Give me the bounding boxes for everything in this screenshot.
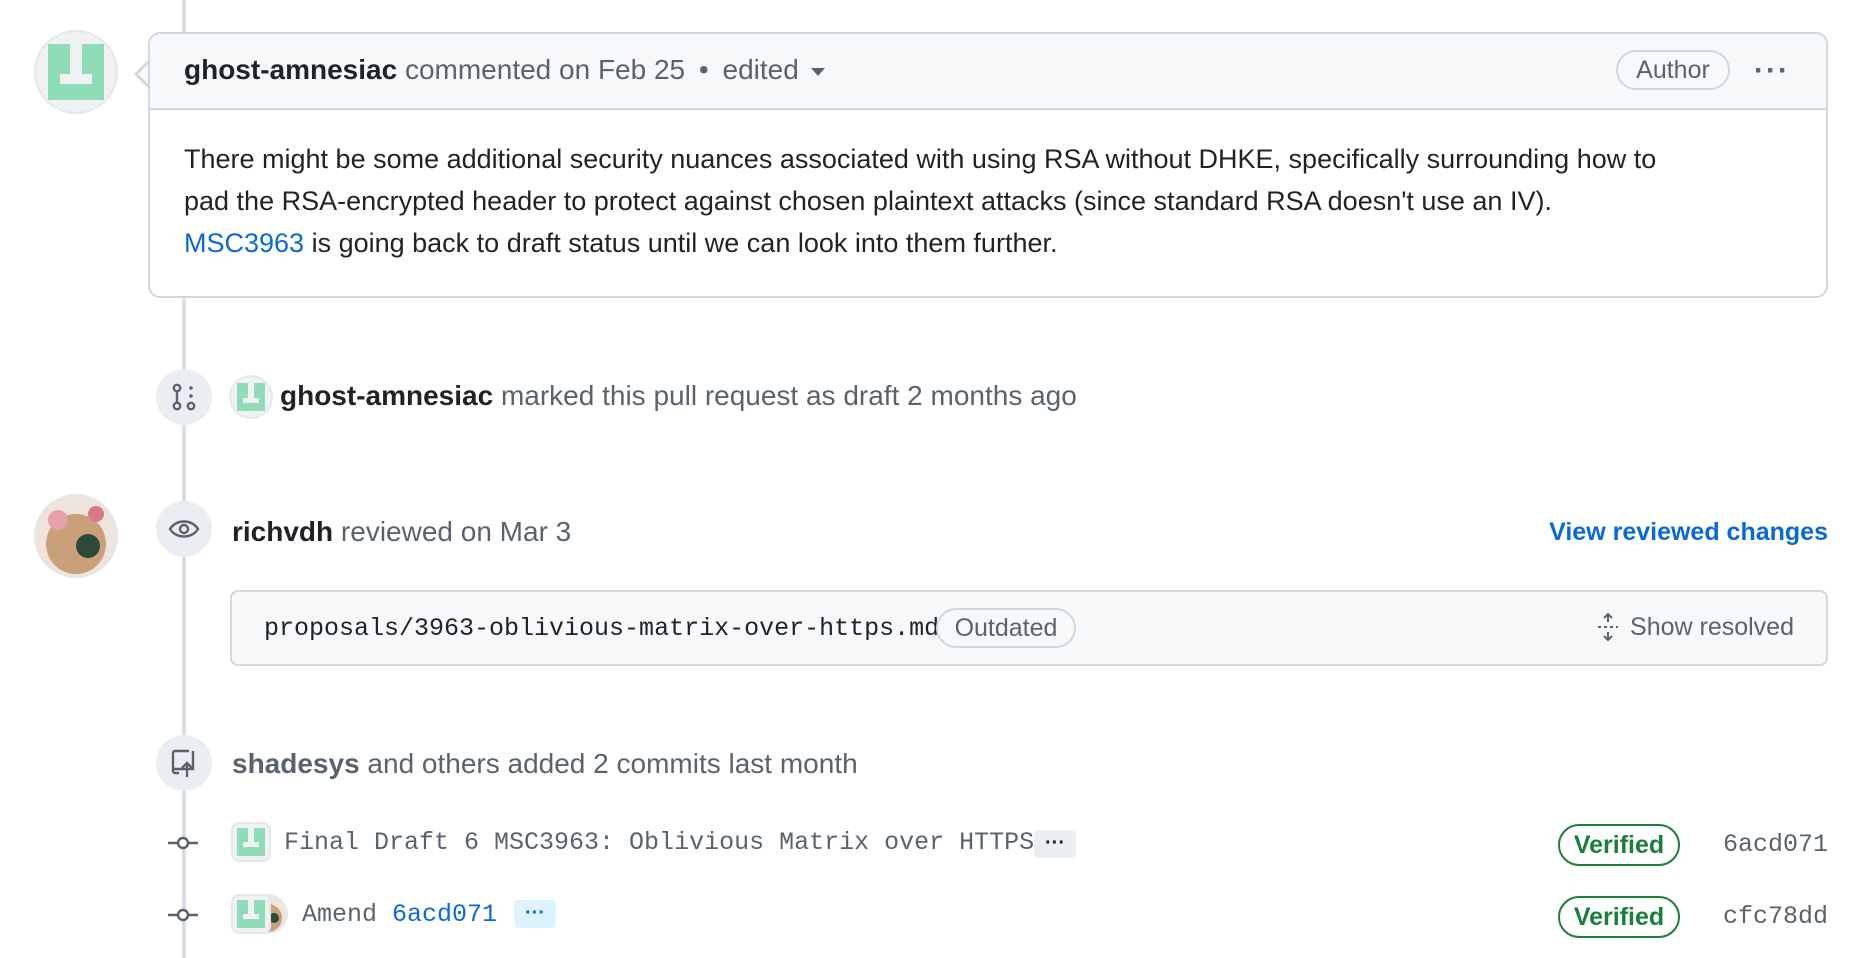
richvdh-avatar-icon	[36, 496, 116, 576]
comment-header-text: ghost-amnesiac commented on Feb 25 • edi…	[184, 54, 825, 86]
avatar[interactable]	[36, 32, 116, 112]
review-event-badge	[156, 501, 212, 557]
edited-label[interactable]: edited	[723, 54, 799, 85]
comment-author[interactable]: ghost-amnesiac	[184, 54, 397, 85]
commit-expand-button[interactable]: ···	[1034, 830, 1076, 858]
draft-event-badge	[156, 369, 212, 425]
commits-event-badge	[156, 735, 212, 791]
avatar[interactable]	[233, 824, 269, 860]
commit-sha[interactable]: cfc78dd	[1723, 902, 1828, 931]
comment-meta[interactable]: commented on Feb 25	[405, 54, 685, 85]
commit-message[interactable]: Amend 6acd071	[302, 900, 497, 929]
commit-sha-link[interactable]: 6acd071	[392, 900, 497, 929]
event-description: marked this pull request as draft 2 mont…	[500, 380, 1077, 411]
author-badge: Author	[1616, 50, 1730, 90]
comment-box: ghost-amnesiac commented on Feb 25 • edi…	[148, 32, 1828, 298]
ghost-avatar-icon	[233, 896, 269, 932]
event-description: and others added 2 commits last month	[367, 748, 858, 779]
kebab-horizontal-icon[interactable]: ···	[1754, 54, 1790, 88]
msc-link[interactable]: MSC3963	[184, 228, 304, 258]
file-path[interactable]: proposals/3963-oblivious-matrix-over-htt…	[264, 614, 939, 643]
commit-message[interactable]: Final Draft 6 MSC3963: Oblivious Matrix …	[284, 828, 1034, 857]
verified-badge[interactable]: Verified	[1558, 824, 1680, 866]
comment-body-line: pad the RSA-encrypted header to protect …	[184, 186, 1552, 216]
outdated-badge: Outdated	[936, 608, 1076, 648]
comment-body: There might be some additional security …	[184, 138, 1804, 264]
git-commit-icon	[168, 836, 198, 850]
git-commit-icon	[168, 908, 198, 922]
event-description[interactable]: reviewed on Mar 3	[341, 516, 571, 547]
verified-badge[interactable]: Verified	[1558, 896, 1680, 938]
git-pull-request-draft-icon	[172, 383, 196, 411]
review-file-box: proposals/3963-oblivious-matrix-over-htt…	[230, 590, 1828, 666]
triangle-down-icon[interactable]	[810, 67, 825, 76]
separator-dot: •	[698, 54, 709, 85]
ghost-avatar-icon	[233, 824, 269, 860]
event-author[interactable]: shadesys	[232, 748, 360, 779]
review-event-text: richvdh reviewed on Mar 3	[232, 516, 571, 548]
draft-event-text: ghost-amnesiac marked this pull request …	[280, 380, 1077, 412]
comment-body-line: MSC3963 is going back to draft status un…	[184, 222, 1804, 264]
event-author[interactable]: richvdh	[232, 516, 333, 547]
commit-expand-button[interactable]: ···	[514, 900, 556, 928]
comment-body-line: There might be some additional security …	[184, 144, 1657, 174]
avatar[interactable]	[36, 496, 116, 576]
ghost-avatar-icon	[36, 32, 116, 112]
commits-event-text: shadesys and others added 2 commits last…	[232, 748, 858, 780]
unfold-icon	[1598, 612, 1619, 642]
show-resolved-button[interactable]: Show resolved	[1596, 612, 1794, 642]
show-resolved-label[interactable]: Show resolved	[1630, 613, 1794, 642]
view-reviewed-changes-link[interactable]: View reviewed changes	[1549, 518, 1828, 547]
commit-message-prefix[interactable]: Amend	[302, 900, 377, 929]
comment-header: ghost-amnesiac commented on Feb 25 • edi…	[150, 34, 1826, 110]
avatar[interactable]	[233, 896, 269, 932]
edited-dropdown[interactable]: edited	[723, 54, 825, 85]
eye-icon	[168, 520, 200, 538]
comment-body-text: is going back to draft status until we c…	[304, 228, 1058, 258]
ghost-avatar-icon	[231, 377, 271, 417]
commit-sha[interactable]: 6acd071	[1723, 830, 1828, 859]
repo-push-icon	[171, 749, 195, 777]
event-author[interactable]: ghost-amnesiac	[280, 380, 493, 411]
avatar[interactable]	[231, 377, 271, 417]
